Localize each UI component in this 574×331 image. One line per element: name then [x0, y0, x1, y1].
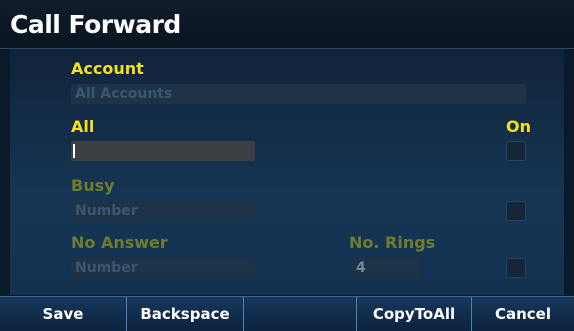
no-answer-checkbox[interactable] [506, 258, 526, 278]
no-answer-number-input[interactable]: Number [71, 258, 255, 278]
account-select[interactable]: All Accounts [71, 84, 526, 104]
text-cursor [73, 144, 75, 158]
all-label: All [71, 117, 95, 136]
page-title: Call Forward [10, 10, 181, 39]
busy-number-input[interactable]: Number [71, 201, 255, 221]
no-answer-label: No Answer [71, 233, 168, 252]
save-softkey[interactable]: Save [0, 297, 127, 331]
softkey-bar: Save Backspace CopyToAll Cancel [0, 296, 574, 331]
no-rings-field[interactable]: 4 [352, 258, 420, 278]
empty-softkey[interactable] [244, 297, 357, 331]
account-label: Account [71, 59, 144, 78]
all-on-label: On [506, 117, 531, 136]
no-rings-label: No. Rings [349, 233, 436, 252]
cancel-softkey[interactable]: Cancel [472, 297, 574, 331]
all-number-input[interactable] [71, 141, 255, 161]
busy-checkbox[interactable] [506, 201, 526, 221]
copy-to-all-softkey[interactable]: CopyToAll [357, 297, 472, 331]
call-forward-form: Account All Accounts All On Busy Number … [10, 49, 564, 295]
all-on-checkbox[interactable] [506, 141, 526, 161]
busy-label: Busy [71, 176, 115, 195]
title-bar: Call Forward [0, 0, 574, 49]
backspace-softkey[interactable]: Backspace [127, 297, 244, 331]
